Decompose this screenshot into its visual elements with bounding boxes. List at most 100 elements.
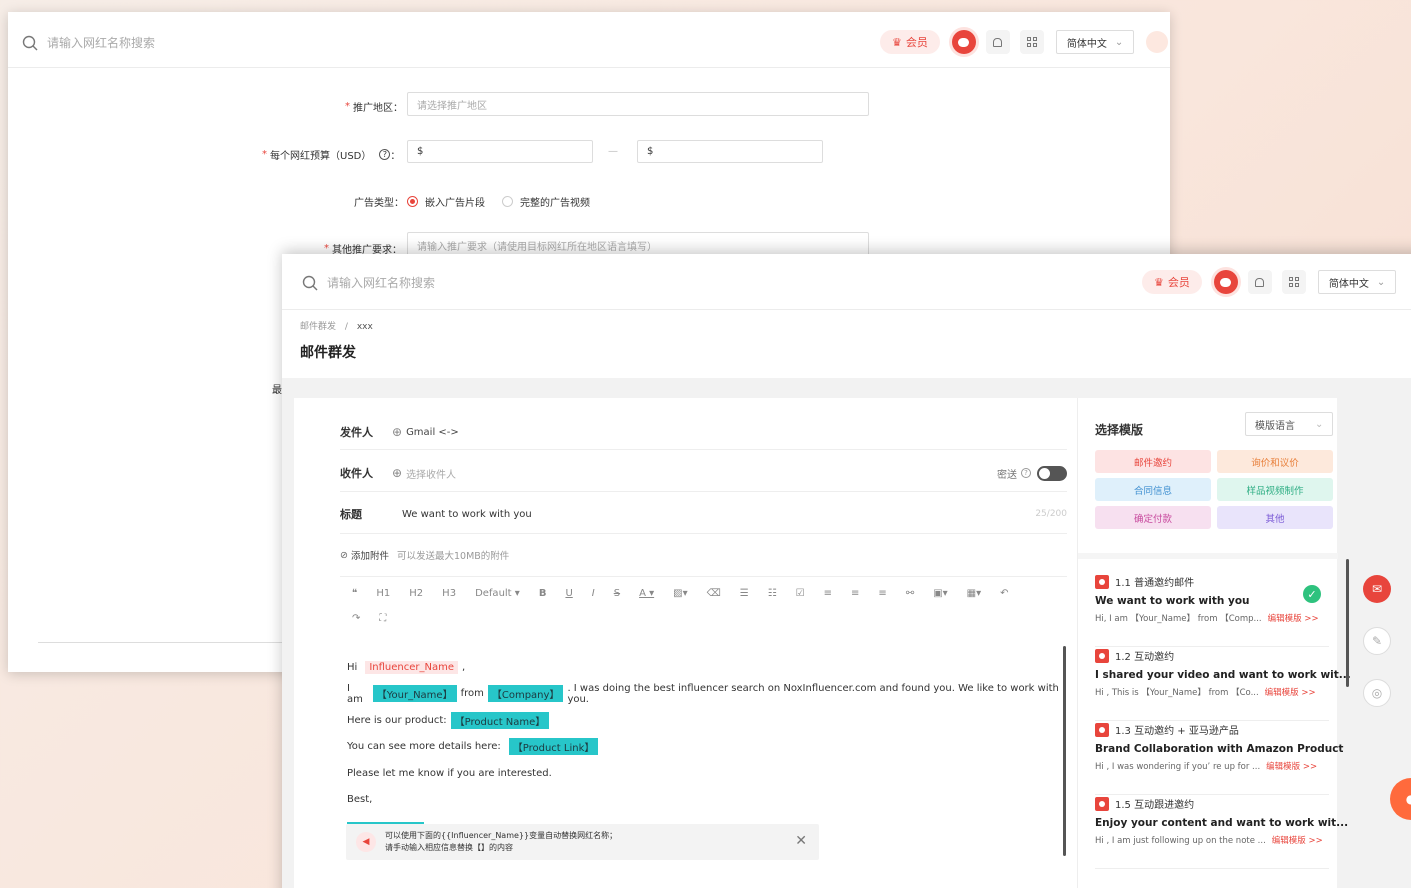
breadcrumb-item-mail[interactable]: 邮件群发 [300, 322, 336, 332]
bullet-list-icon[interactable]: ☰ [740, 588, 749, 599]
heading2-button[interactable]: H2 [409, 588, 423, 599]
table-icon[interactable]: ▦▾ [967, 588, 981, 599]
placeholder-tag[interactable]: 【Product Link】 [508, 738, 599, 756]
heading1-button[interactable]: H1 [376, 588, 390, 599]
paperclip-icon[interactable]: ✎ [1363, 627, 1391, 655]
template-desc: Hi, I am 【Your_Name】 from 【Comp... [1095, 614, 1262, 624]
placeholder-tag[interactable]: 【Your_Name】 [372, 685, 457, 703]
template-card[interactable]: 1.2 互动邀约 I shared your video and want to… [1095, 648, 1351, 721]
help-icon[interactable]: ? [379, 149, 391, 160]
category-pricing[interactable]: 询价和议价 [1217, 450, 1333, 473]
underline-button[interactable]: U [565, 588, 572, 599]
budget-max-input[interactable]: $ [637, 140, 823, 163]
language-select[interactable]: 简体中文 ⌄ [1055, 30, 1135, 54]
template-scrollbar[interactable] [1346, 559, 1349, 687]
undo-icon[interactable]: ↶ [1000, 588, 1008, 599]
search-placeholder: 请输入网红名称搜索 [327, 276, 436, 290]
divider [340, 449, 1067, 450]
recipient-placeholder[interactable]: 选择收件人 [406, 466, 456, 481]
quote-icon[interactable]: ❝ [352, 588, 357, 599]
recipient-label: 收件人 [340, 467, 373, 480]
category-invite[interactable]: 邮件邀约 [1095, 450, 1211, 473]
body-text: . I was doing the best influencer search… [567, 682, 1059, 705]
vip-button[interactable]: ♛ 会员 [1142, 270, 1202, 294]
eraser-icon[interactable]: ⌫ [707, 588, 721, 599]
font-size-select[interactable]: Default ▾ [475, 588, 520, 599]
email-body[interactable]: Hi Influencer_Name, I am 【Your_Name】 from 【C… [347, 654, 1077, 813]
strikethrough-button[interactable]: S [614, 588, 620, 599]
help-icon[interactable]: ? [1021, 468, 1031, 478]
redo-icon[interactable]: ↷ [352, 613, 360, 624]
inbox-icon[interactable]: ✉ [1363, 575, 1391, 603]
apps-grid-icon[interactable] [1019, 30, 1044, 54]
budget-min-input[interactable]: $ [407, 140, 593, 163]
support-chat-icon[interactable]: ● [1390, 778, 1411, 820]
align-center-icon[interactable]: ≡ [851, 588, 859, 599]
body-text: from [460, 688, 484, 700]
vip-button[interactable]: ♛ 会员 [880, 30, 940, 54]
category-payment[interactable]: 确定付款 [1095, 506, 1211, 529]
link-icon[interactable]: ⚯ [906, 588, 914, 599]
align-right-icon[interactable]: ≡ [878, 588, 886, 599]
bold-button[interactable]: B [539, 588, 547, 599]
category-contract[interactable]: 合同信息 [1095, 478, 1211, 501]
sender-value[interactable]: Gmail <-> [406, 427, 459, 438]
image-icon[interactable]: ▣▾ [933, 588, 947, 599]
heading3-button[interactable]: H3 [442, 588, 456, 599]
attach-button[interactable]: 添加附件 [351, 548, 389, 562]
adtype-option-full[interactable]: 完整的广告视频 [502, 194, 590, 209]
template-desc: Hi , I am just following up on the note … [1095, 836, 1266, 846]
editor-scrollbar[interactable] [1063, 646, 1066, 856]
numbered-list-icon[interactable]: ☷ [768, 588, 777, 599]
check-icon: ✓ [1303, 585, 1321, 603]
subject-input[interactable]: We want to work with you [402, 509, 532, 520]
body-line: You can see more details here: 【Product L… [347, 734, 1077, 761]
align-left-icon[interactable]: ≡ [824, 588, 832, 599]
bcc-toggle[interactable] [1037, 465, 1067, 481]
search-placeholder: 请输入网红名称搜索 [47, 36, 156, 50]
template-card[interactable]: 1.3 互动邀约 + 亚马逊产品 Brand Collaboration wit… [1095, 722, 1343, 795]
language-select[interactable]: 简体中文 ⌄ [1317, 270, 1397, 294]
adtype-option-embed[interactable]: 嵌入广告片段 [407, 194, 485, 209]
bell-icon[interactable] [1247, 270, 1272, 294]
chat-icon[interactable] [951, 30, 976, 54]
template-card[interactable]: 1.5 互动跟进邀约 Enjoy your content and want t… [1095, 796, 1348, 869]
search-box[interactable]: 请输入网红名称搜索 [22, 34, 155, 51]
adtype-option-full-label: 完整的广告视频 [520, 198, 590, 209]
edit-template-link[interactable]: 编辑模版 >> [1266, 762, 1317, 772]
body-text: Please let me know if you are interested… [347, 767, 552, 779]
paperclip-icon[interactable]: ⊘ [340, 550, 348, 561]
region-select[interactable]: 请选择推广地区 [407, 92, 869, 116]
placeholder-tag[interactable]: 【Company】 [487, 685, 564, 703]
placeholder-tag[interactable]: 【Product Name】 [450, 711, 550, 729]
template-language-select[interactable]: 模版语言 ⌄ [1245, 412, 1333, 436]
background-color-icon[interactable]: ▨▾ [673, 588, 687, 599]
edit-template-link[interactable]: 编辑模版 >> [1272, 836, 1323, 846]
shield-icon[interactable]: ◎ [1363, 679, 1391, 707]
category-sample-video[interactable]: 样品视频制作 [1217, 478, 1333, 501]
edit-template-link[interactable]: 编辑模版 >> [1265, 688, 1316, 698]
italic-button[interactable]: I [592, 588, 595, 599]
add-circle-icon[interactable]: ⊕ [392, 466, 402, 480]
fullscreen-icon[interactable]: ⛶ [379, 613, 386, 624]
attach-hint: 可以发送最大10MB的附件 [396, 551, 510, 562]
tip-line: 请手动输入相应信息替换【】的内容 [385, 843, 513, 852]
font-color-button[interactable]: A ▾ [639, 588, 654, 599]
subject-label: 标题 [340, 508, 362, 521]
category-other[interactable]: 其他 [1217, 506, 1333, 529]
template-panel: 选择模版 模版语言 ⌄ 邮件邀约 询价和议价 合同信息 样品视频制作 确定付款 其… [1077, 398, 1351, 888]
bell-icon[interactable] [985, 30, 1010, 54]
budget-label: * 每个网红预算（USD）?： [262, 149, 401, 162]
avatar[interactable] [1146, 31, 1169, 53]
checklist-icon[interactable]: ☑ [796, 588, 805, 599]
variable-tag[interactable]: Influencer_Name [365, 660, 458, 674]
close-icon[interactable]: ✕ [795, 833, 807, 849]
chat-icon[interactable] [1213, 270, 1238, 294]
edit-template-link[interactable]: 编辑模版 >> [1268, 614, 1319, 624]
template-card[interactable]: 1.1 普通邀约邮件 We want to work with you Hi, … [1095, 574, 1329, 647]
add-circle-icon[interactable]: ⊕ [392, 425, 402, 439]
bcc-label: 密送 [997, 469, 1017, 481]
search-box[interactable]: 请输入网红名称搜索 [302, 274, 435, 291]
adtype-option-embed-label: 嵌入广告片段 [425, 198, 485, 209]
apps-grid-icon[interactable] [1281, 270, 1306, 294]
